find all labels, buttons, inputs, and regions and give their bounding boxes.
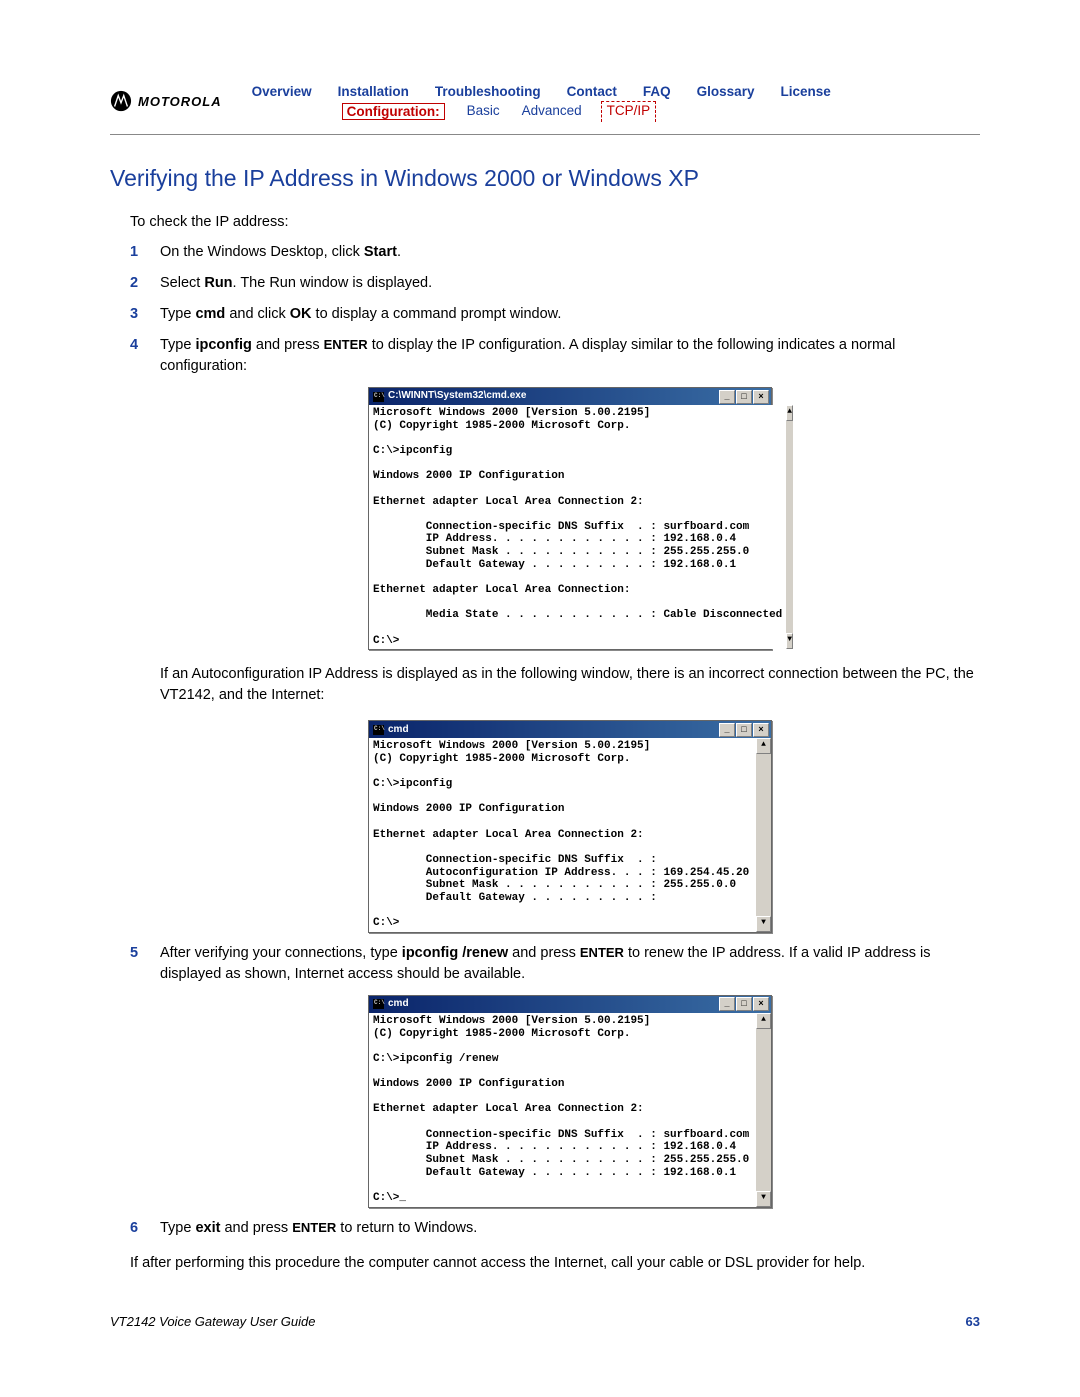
header: MOTOROLA Overview Installation Troublesh… [110,84,980,120]
step-6: Type exit and press ENTER to return to W… [130,1218,980,1239]
scroll-up-button[interactable]: ▲ [756,738,771,754]
nav-faq[interactable]: FAQ [643,84,671,99]
cmd2-body: Microsoft Windows 2000 [Version 5.00.219… [369,738,756,932]
nav-troubleshooting[interactable]: Troubleshooting [435,84,541,99]
cmd3-titlebar: cmd _ □ × [369,996,771,1013]
cmd3-body: Microsoft Windows 2000 [Version 5.00.219… [369,1013,756,1207]
scrollbar[interactable]: ▲ ▼ [756,1013,771,1207]
brand-text: MOTOROLA [138,94,222,109]
close-button[interactable]: × [753,723,769,737]
scroll-down-button[interactable]: ▼ [756,916,771,932]
nav-basic[interactable]: Basic [467,103,500,120]
step-4: Type ipconfig and press ENTER to display… [130,335,980,933]
close-button[interactable]: × [753,390,769,404]
brand-logo: MOTOROLA [110,84,222,112]
minimize-button[interactable]: _ [719,390,735,404]
footer-title: VT2142 Voice Gateway User Guide [110,1314,315,1329]
cmd2-titlebar: cmd _ □ × [369,721,771,738]
nav-top: Overview Installation Troubleshooting Co… [252,84,831,99]
step-3: Type cmd and click OK to display a comma… [130,304,980,325]
header-divider [110,134,980,135]
scroll-up-button[interactable]: ▲ [786,405,793,421]
maximize-button[interactable]: □ [736,723,752,737]
scroll-up-button[interactable]: ▲ [756,1013,771,1029]
close-button[interactable]: × [753,997,769,1011]
nav-configuration[interactable]: Configuration: [342,103,445,120]
intro-text: To check the IP address: [130,214,980,230]
page-title: Verifying the IP Address in Windows 2000… [110,165,980,192]
cmd-icon [373,392,384,402]
cmd1-title: C:\WINNT\System32\cmd.exe [388,389,526,404]
step-2: Select Run. The Run window is displayed. [130,273,980,294]
nav-glossary[interactable]: Glossary [697,84,755,99]
cmd1-titlebar: C:\WINNT\System32\cmd.exe _ □ × [369,388,771,405]
nav-tcpip[interactable]: TCP/IP [604,103,654,120]
cmd-window-1: C:\WINNT\System32\cmd.exe _ □ × Microsof… [368,387,772,650]
final-paragraph: If after performing this procedure the c… [130,1253,980,1274]
nav-sub: Configuration: Basic Advanced TCP/IP [342,103,831,120]
step-5: After verifying your connections, type i… [130,943,980,1208]
cmd2-title: cmd [388,723,409,738]
footer: VT2142 Voice Gateway User Guide 63 [110,1314,980,1329]
nav-license[interactable]: License [780,84,830,99]
cmd1-body: Microsoft Windows 2000 [Version 5.00.219… [369,405,786,649]
between-figures-text: If an Autoconfiguration IP Address is di… [160,664,980,706]
minimize-button[interactable]: _ [719,997,735,1011]
cmd-icon [373,999,384,1009]
cmd3-title: cmd [388,997,409,1012]
minimize-button[interactable]: _ [719,723,735,737]
cmd-window-3: cmd _ □ × Microsoft Windows 2000 [Versio… [368,995,772,1208]
maximize-button[interactable]: □ [736,997,752,1011]
cmd-window-2: cmd _ □ × Microsoft Windows 2000 [Versio… [368,720,772,933]
scroll-down-button[interactable]: ▼ [786,633,793,649]
step-1: On the Windows Desktop, click Start. [130,242,980,263]
motorola-icon [110,90,132,112]
scrollbar[interactable]: ▲ ▼ [756,738,771,932]
scroll-down-button[interactable]: ▼ [756,1191,771,1207]
steps-list: On the Windows Desktop, click Start. Sel… [130,242,980,1239]
cmd-icon [373,725,384,735]
maximize-button[interactable]: □ [736,390,752,404]
nav-advanced[interactable]: Advanced [522,103,582,120]
nav-contact[interactable]: Contact [567,84,617,99]
nav-installation[interactable]: Installation [338,84,409,99]
page-number: 63 [966,1314,980,1329]
scrollbar[interactable]: ▲ ▼ [786,405,793,649]
nav-overview[interactable]: Overview [252,84,312,99]
